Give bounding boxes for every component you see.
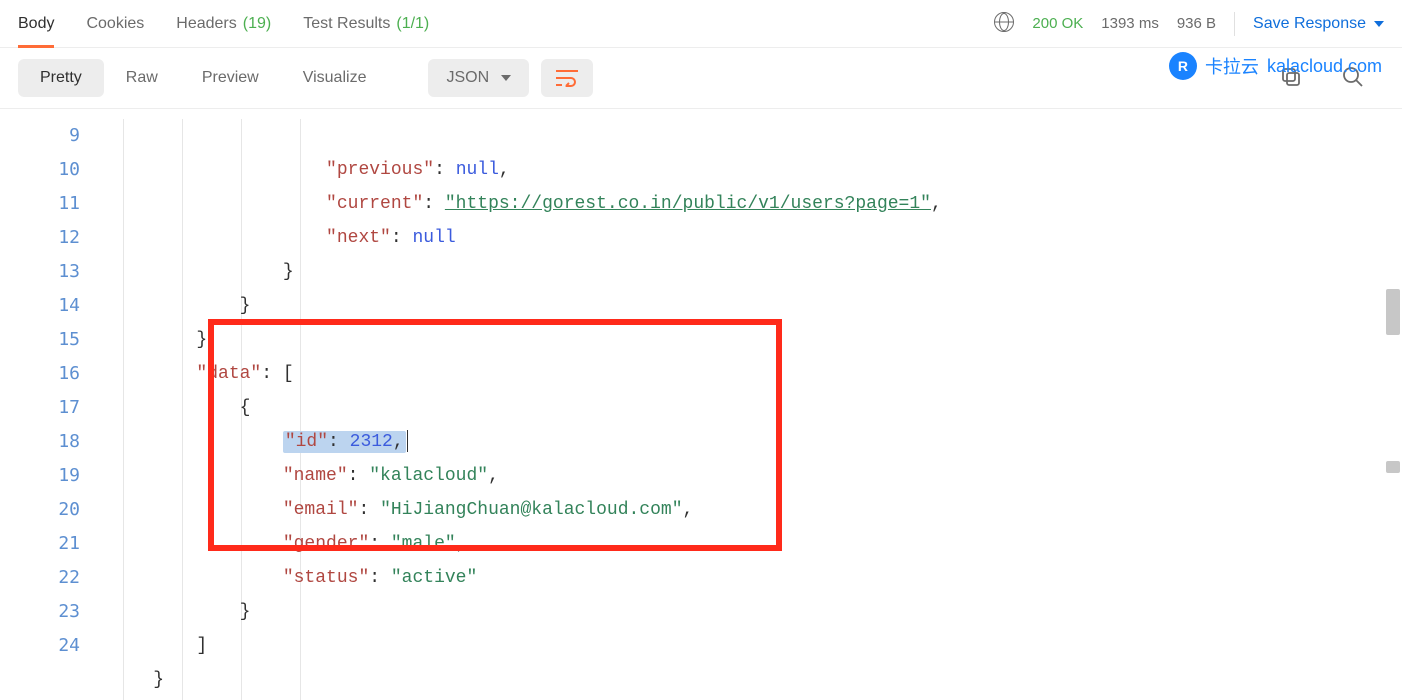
tab-cookies[interactable]: Cookies <box>86 0 144 47</box>
tab-test-results-label: Test Results <box>303 15 390 33</box>
watermark-badge: R <box>1169 52 1197 80</box>
format-selector[interactable]: JSON <box>428 59 529 97</box>
tab-headers[interactable]: Headers (19) <box>176 0 271 47</box>
watermark: R 卡拉云 kalacloud.com <box>1169 52 1382 80</box>
watermark-name-cn: 卡拉云 <box>1205 53 1259 79</box>
wrap-icon <box>555 69 579 87</box>
view-mode-tabs: Pretty Raw Preview Visualize <box>18 59 388 97</box>
tab-test-results-count: (1/1) <box>396 15 429 33</box>
format-selector-label: JSON <box>446 69 489 87</box>
tab-headers-count: (19) <box>243 15 271 33</box>
tab-body[interactable]: Body <box>18 0 54 47</box>
chevron-down-icon <box>1374 21 1384 27</box>
code-content: "previous": null, "current": "https://go… <box>0 109 1402 700</box>
scrollbar-thumb[interactable] <box>1386 289 1400 335</box>
view-tab-raw[interactable]: Raw <box>104 59 180 97</box>
response-meta: 200 OK 1393 ms 936 B Save Response <box>994 12 1384 36</box>
response-body[interactable]: 9 10 11 12 13 14 15 16 17 18 19 20 21 22… <box>0 108 1402 700</box>
save-response-button[interactable]: Save Response <box>1234 12 1384 36</box>
view-tab-preview[interactable]: Preview <box>180 59 281 97</box>
watermark-url: kalacloud.com <box>1267 56 1382 77</box>
globe-icon[interactable] <box>994 12 1014 35</box>
response-tabs: Body Cookies Headers (19) Test Results (… <box>0 0 1402 48</box>
tab-test-results[interactable]: Test Results (1/1) <box>303 0 429 47</box>
scrollbar-thumb[interactable] <box>1386 461 1400 473</box>
view-tab-visualize[interactable]: Visualize <box>281 59 389 97</box>
chevron-down-icon <box>501 75 511 81</box>
wrap-lines-button[interactable] <box>541 59 593 97</box>
status-code: 200 OK <box>1032 15 1083 32</box>
text-cursor <box>407 430 408 452</box>
status-time: 1393 ms <box>1101 15 1159 32</box>
save-response-label: Save Response <box>1253 15 1366 33</box>
view-tab-pretty[interactable]: Pretty <box>18 59 104 97</box>
status-size: 936 B <box>1177 15 1216 32</box>
tab-headers-label: Headers <box>176 15 236 33</box>
